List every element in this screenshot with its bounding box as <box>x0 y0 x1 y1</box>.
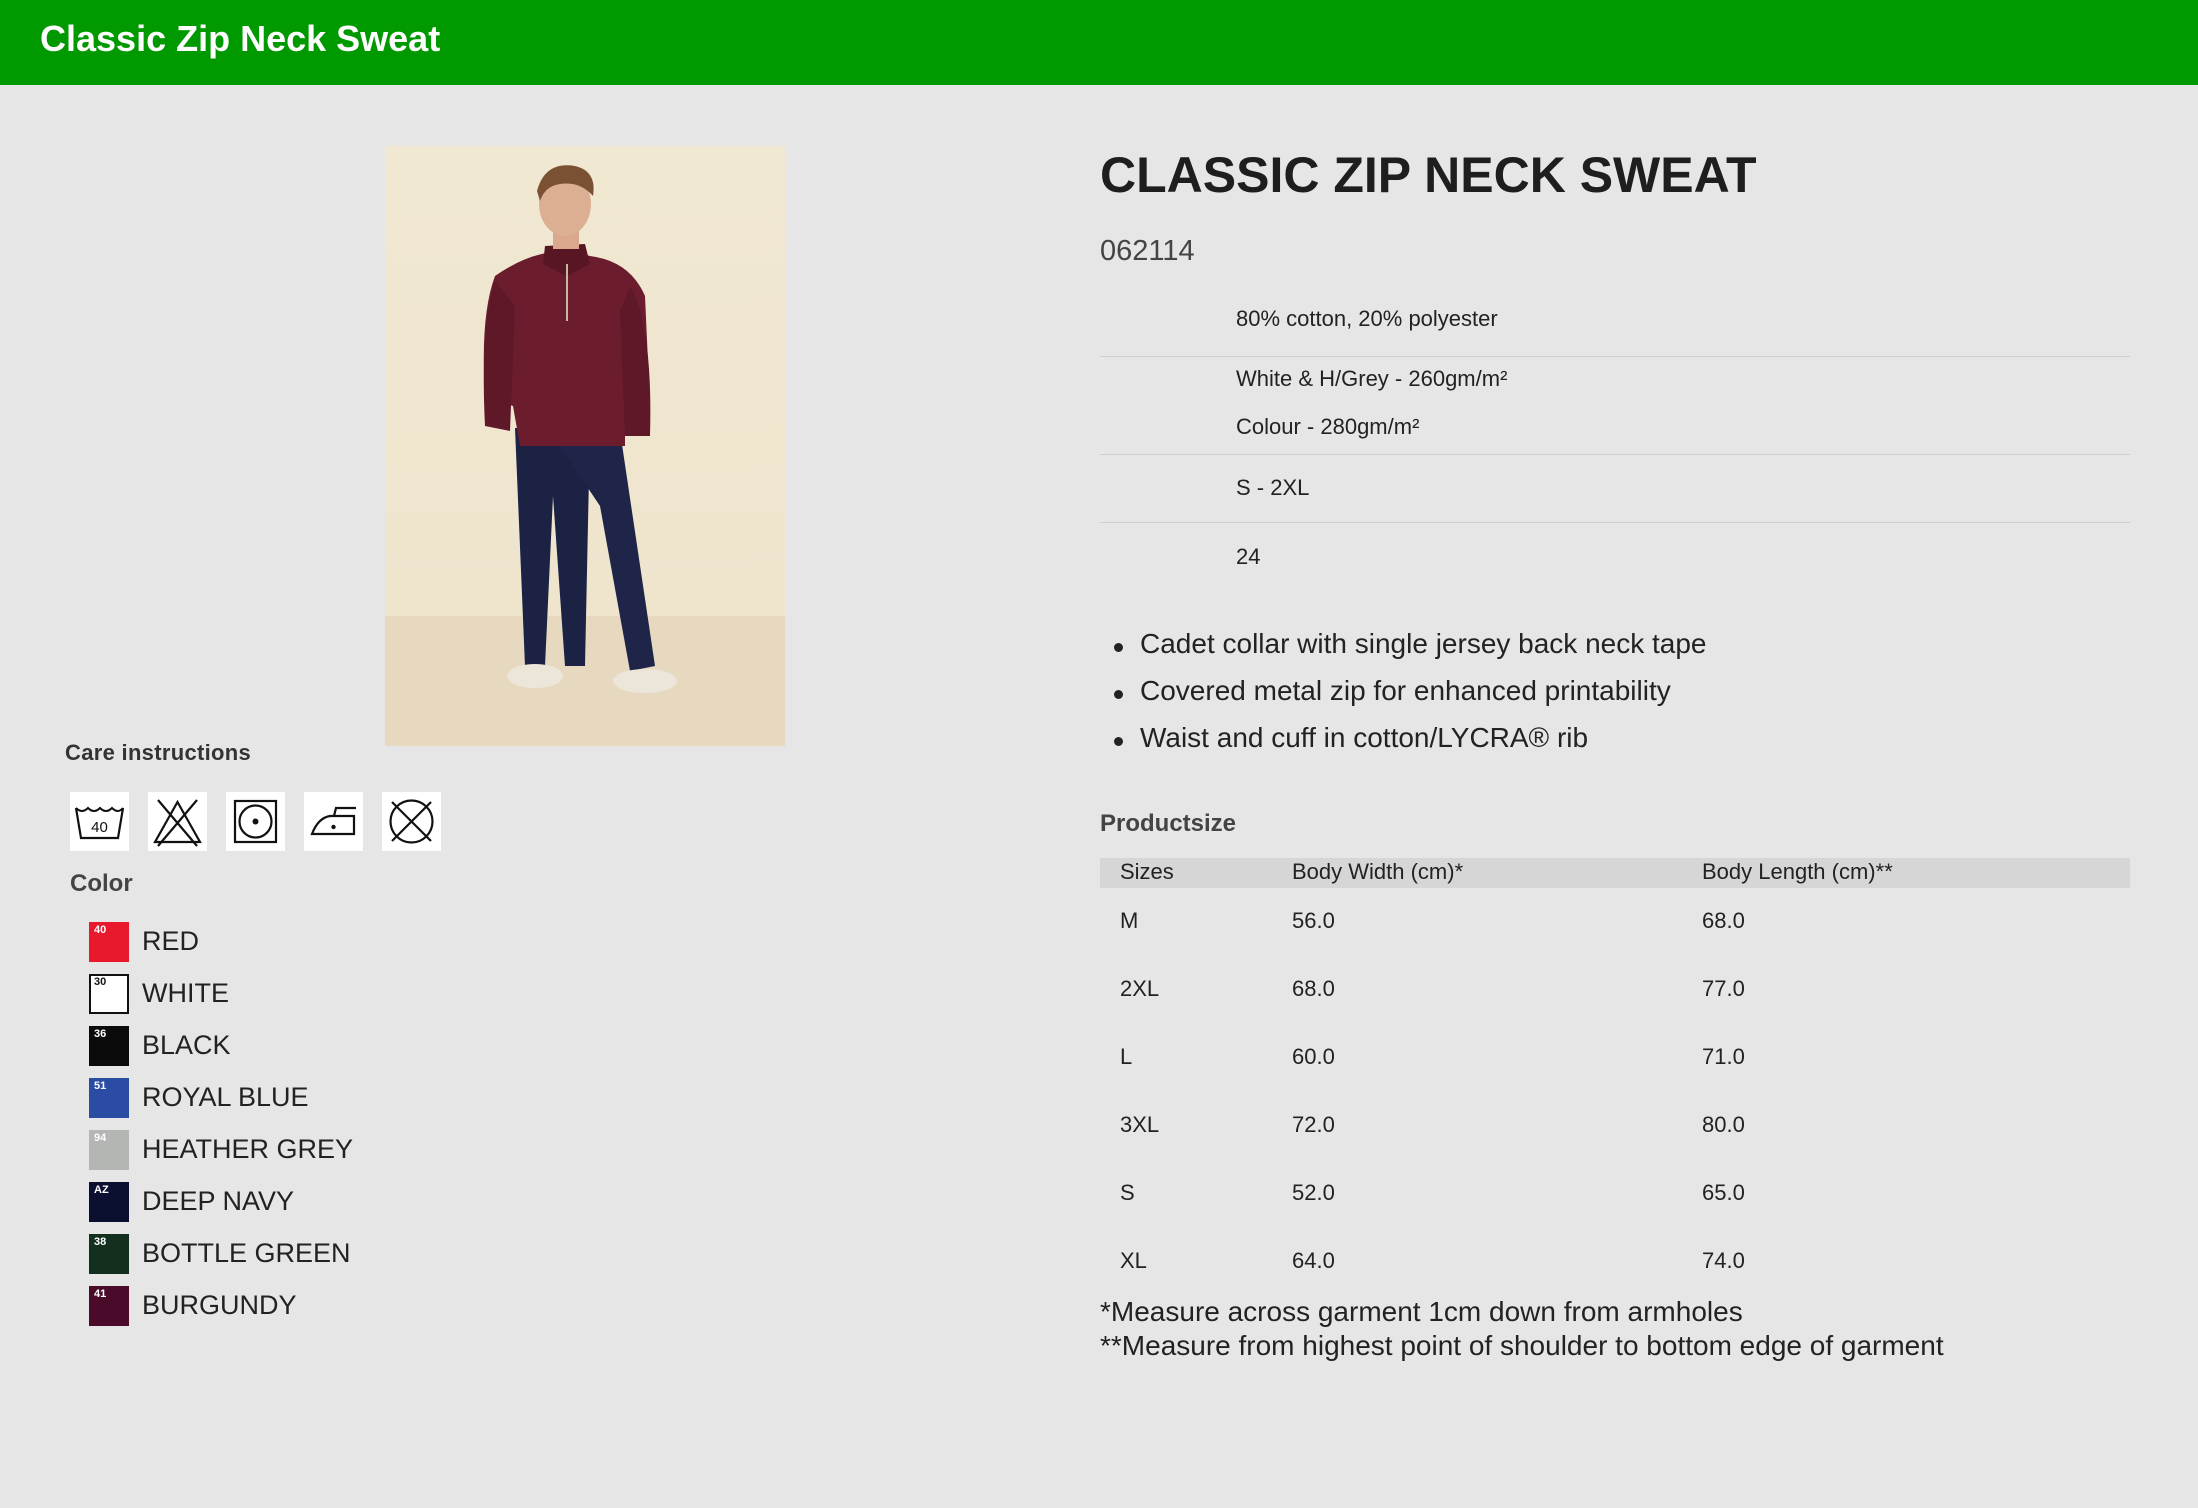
length-cell: 80.0 <box>1702 1112 1745 1137</box>
length-cell: 77.0 <box>1702 976 1745 1001</box>
product-title: CLASSIC ZIP NECK SWEAT <box>1100 147 1757 203</box>
spec-pack-value: 24 <box>1236 544 1261 569</box>
color-swatch[interactable]: 40 <box>89 922 129 962</box>
color-swatch[interactable]: 94 <box>89 1130 129 1170</box>
color-section-title: Color <box>70 870 133 897</box>
color-item-deep-navy[interactable]: AZ DEEP NAVY <box>89 1182 489 1222</box>
color-swatch[interactable]: AZ <box>89 1182 129 1222</box>
table-row: 2XL 68.0 77.0 <box>1100 976 2130 1016</box>
size-cell: 3XL <box>1120 1112 1160 1137</box>
table-header-row: Sizes Body Width (cm)* Body Length (cm)*… <box>1100 858 2130 888</box>
color-swatch[interactable]: 30 <box>89 974 129 1014</box>
svg-text:40: 40 <box>91 819 108 836</box>
color-item-heather-grey[interactable]: 94 HEATHER GREY <box>89 1130 489 1170</box>
color-name: BOTTLE GREEN <box>142 1238 351 1268</box>
header-cell-body-length: Body Length (cm)** <box>1702 859 1893 884</box>
product-code: 062114 <box>1100 235 1195 267</box>
length-cell: 71.0 <box>1702 1044 1745 1069</box>
color-name: WHITE <box>142 978 229 1008</box>
color-name: BURGUNDY <box>142 1290 297 1320</box>
width-cell: 68.0 <box>1292 976 1335 1001</box>
care-instructions-title: Care instructions <box>65 740 252 765</box>
length-cell: 65.0 <box>1702 1180 1745 1205</box>
do-not-dry-clean-icon <box>382 792 441 851</box>
bullet-icon <box>1114 690 1123 699</box>
color-name: BLACK <box>142 1030 231 1060</box>
length-cell: 74.0 <box>1702 1248 1745 1273</box>
table-row: M 56.0 68.0 <box>1100 908 2130 948</box>
bullet-icon <box>1114 643 1123 652</box>
color-item-bottle-green[interactable]: 38 BOTTLE GREEN <box>89 1234 489 1274</box>
spec-divider <box>1100 454 2130 455</box>
spec-divider <box>1100 522 2130 523</box>
spec-weight-line2: Colour - 280gm/m² <box>1236 414 1420 439</box>
width-cell: 52.0 <box>1292 1180 1335 1205</box>
measure-note-length: **Measure from highest point of shoulder… <box>1100 1330 1944 1361</box>
wash-40-icon: 40 <box>70 792 129 851</box>
color-swatch[interactable]: 41 <box>89 1286 129 1326</box>
iron-icon <box>304 792 363 851</box>
color-item-white[interactable]: 30 WHITE <box>89 974 489 1014</box>
table-row: XL 64.0 74.0 <box>1100 1248 2130 1288</box>
color-item-royal-blue[interactable]: 51 ROYAL BLUE <box>89 1078 489 1118</box>
width-cell: 56.0 <box>1292 908 1335 933</box>
measure-note-width: *Measure across garment 1cm down from ar… <box>1100 1296 1743 1327</box>
color-name: RED <box>142 926 200 956</box>
color-item-burgundy[interactable]: 41 BURGUNDY <box>89 1286 489 1326</box>
length-cell: 68.0 <box>1702 908 1745 933</box>
color-item-black[interactable]: 36 BLACK <box>89 1026 489 1066</box>
spec-weight-line1: White & H/Grey - 260gm/m² <box>1236 366 1508 391</box>
size-cell: S <box>1120 1180 1135 1205</box>
spec-sizes-value: S - 2XL <box>1236 475 1310 500</box>
width-cell: 72.0 <box>1292 1112 1335 1137</box>
color-swatch[interactable]: 36 <box>89 1026 129 1066</box>
width-cell: 60.0 <box>1292 1044 1335 1069</box>
spec-divider <box>1100 356 2130 357</box>
color-item-red[interactable]: 40 RED <box>89 922 489 962</box>
color-name: ROYAL BLUE <box>142 1082 309 1112</box>
do-not-bleach-icon <box>148 792 207 851</box>
bullet-icon <box>1114 737 1123 746</box>
table-row: L 60.0 71.0 <box>1100 1044 2130 1084</box>
color-swatch[interactable]: 51 <box>89 1078 129 1118</box>
size-cell: L <box>1120 1044 1133 1069</box>
header-bar: Classic Zip Neck Sweat <box>0 0 2198 85</box>
color-swatch[interactable]: 38 <box>89 1234 129 1274</box>
color-name: DEEP NAVY <box>142 1186 295 1216</box>
header-title: Classic Zip Neck Sweat <box>40 18 441 59</box>
table-row: 3XL 72.0 80.0 <box>1100 1112 2130 1152</box>
tumble-dry-icon <box>226 792 285 851</box>
size-cell: M <box>1120 908 1139 933</box>
size-cell: 2XL <box>1120 976 1160 1001</box>
productsize-title: Productsize <box>1100 810 1237 837</box>
color-name: HEATHER GREY <box>142 1134 354 1164</box>
width-cell: 64.0 <box>1292 1248 1335 1273</box>
spec-composition-value: 80% cotton, 20% polyester <box>1236 306 1498 331</box>
header-cell-sizes: Sizes <box>1120 859 1174 884</box>
size-cell: XL <box>1120 1248 1147 1273</box>
header-cell-body-width: Body Width (cm)* <box>1292 859 1464 884</box>
table-row: S 52.0 65.0 <box>1100 1180 2130 1220</box>
product-photo <box>385 146 785 746</box>
